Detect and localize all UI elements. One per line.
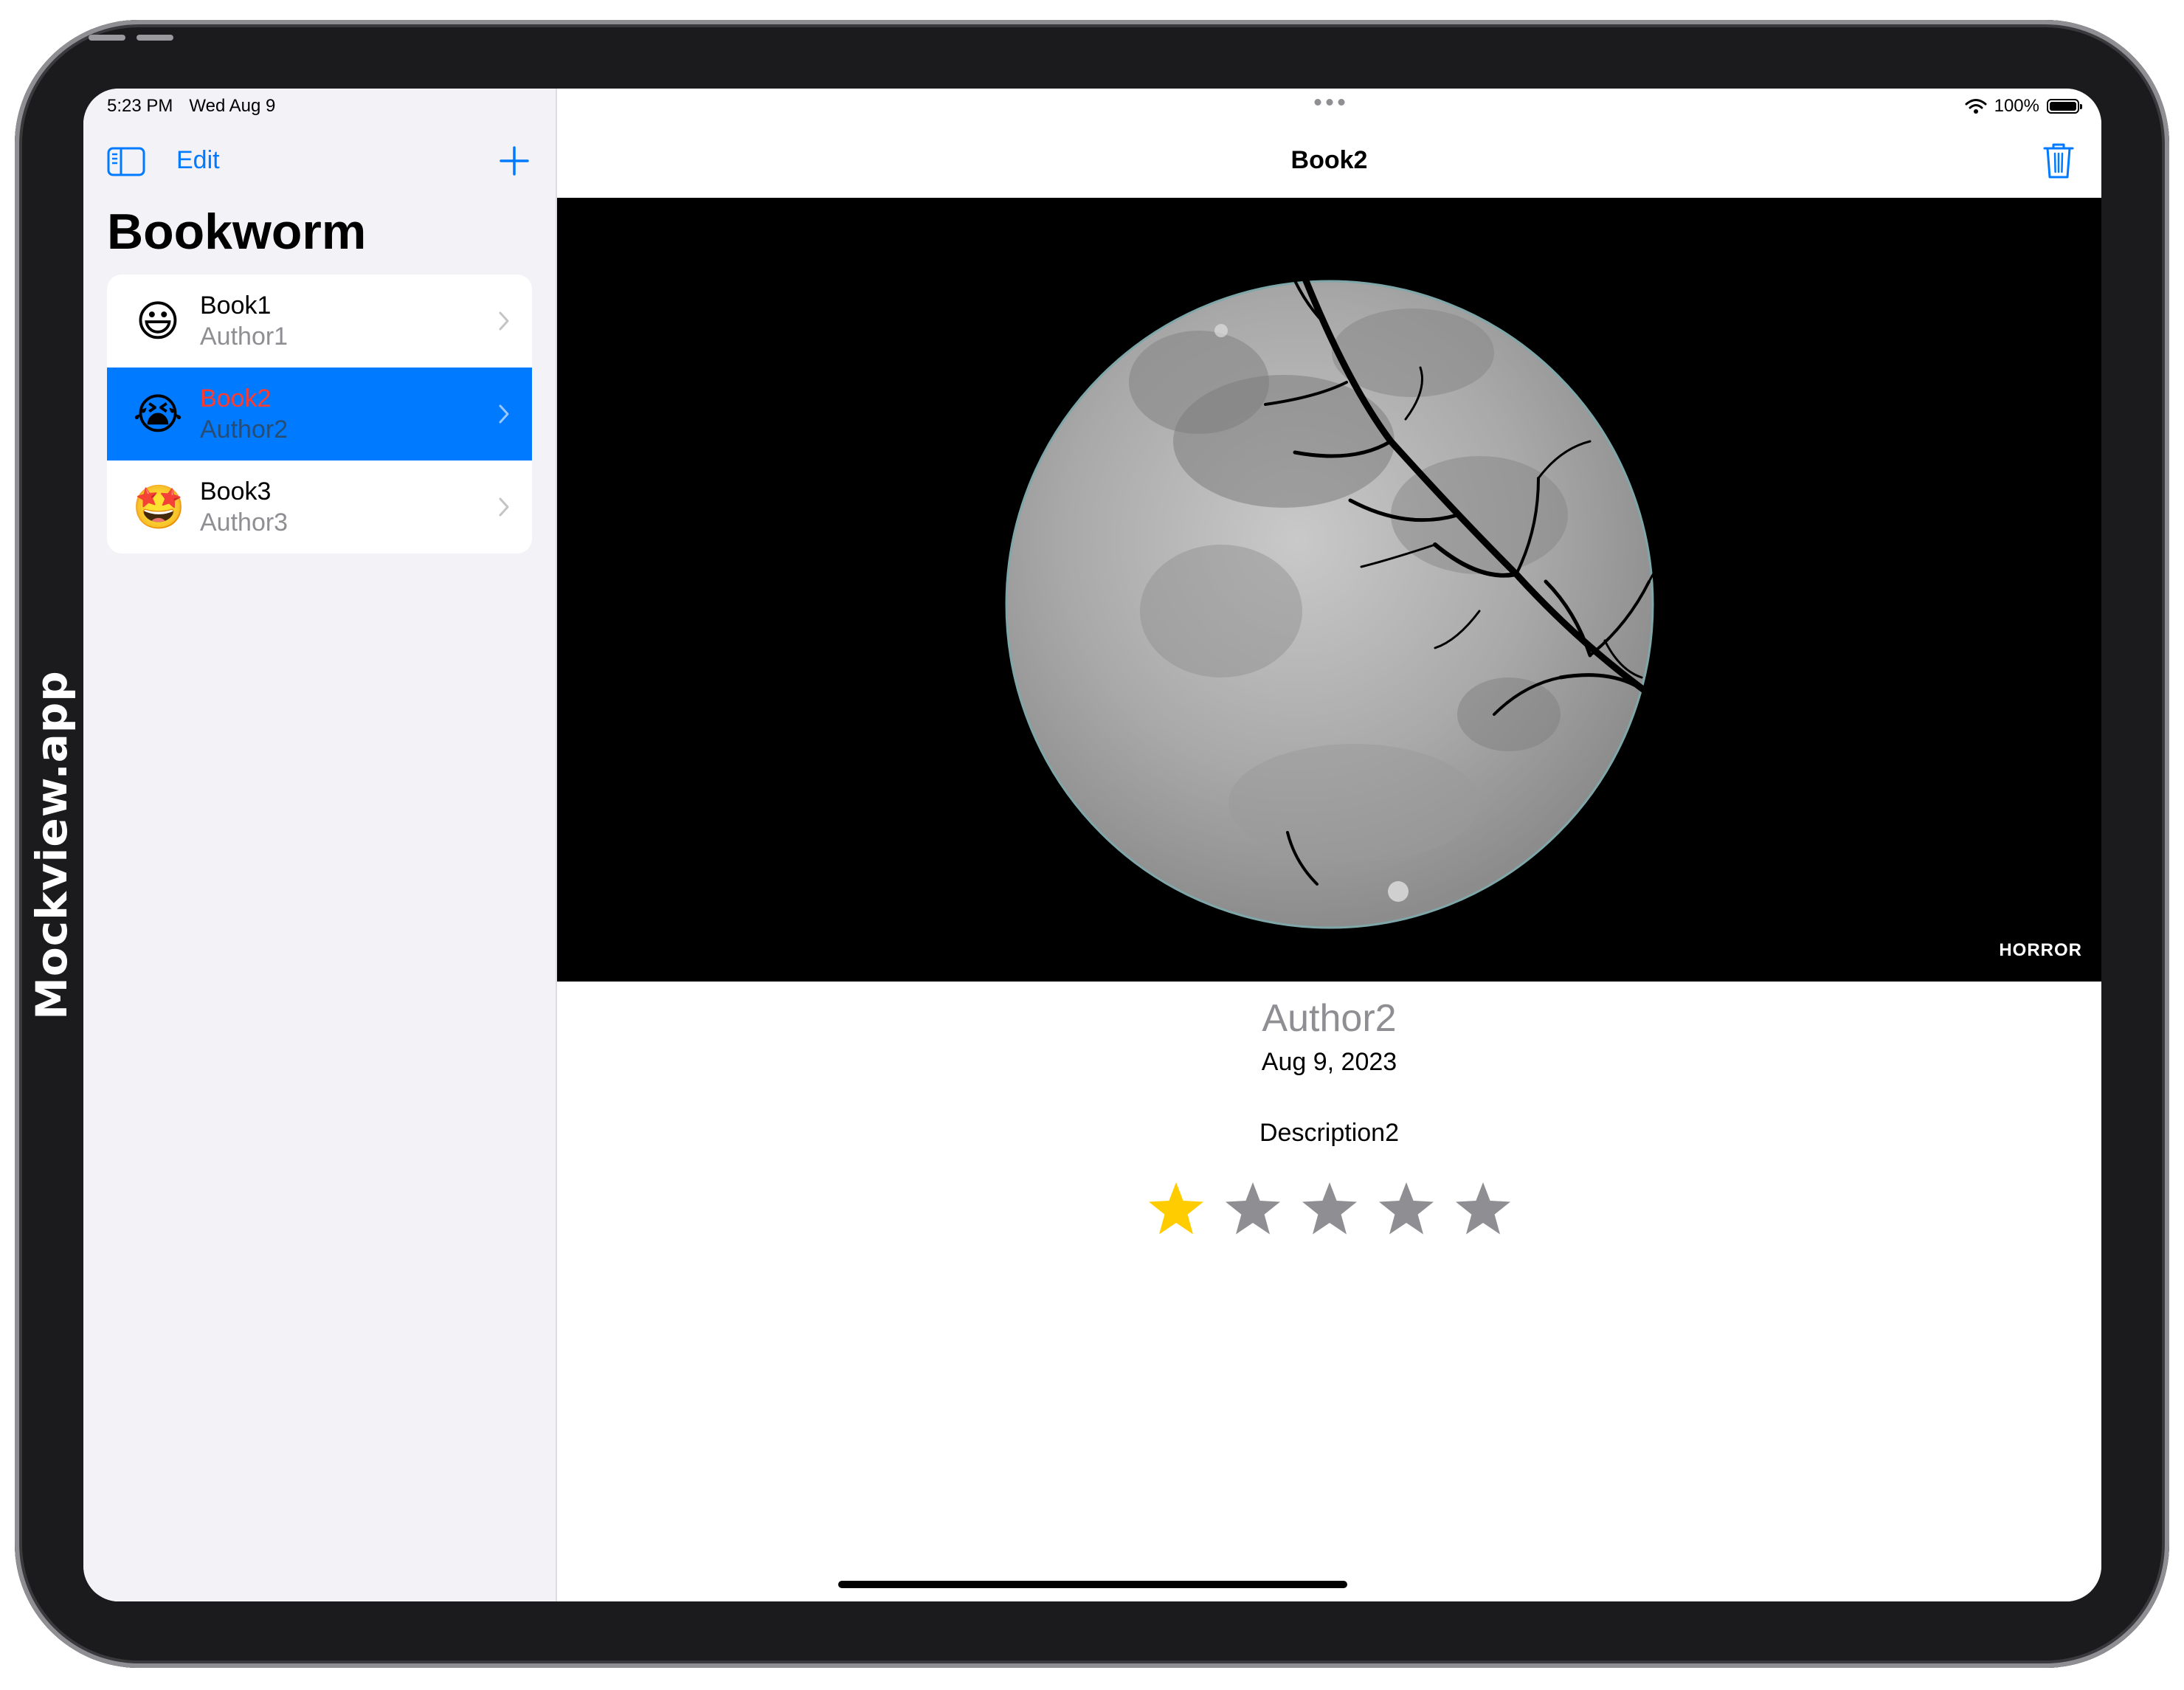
chevron-right-icon: [499, 497, 509, 517]
book-author: Author2: [200, 415, 288, 444]
battery-icon: [2047, 99, 2082, 114]
add-book-button[interactable]: [497, 143, 532, 179]
detail-description: Description2: [1259, 1119, 1399, 1147]
watermark: Mockview.app: [27, 670, 77, 1020]
wifi-icon: [1965, 99, 1987, 114]
detail-author: Author2: [1262, 997, 1397, 1040]
book-author: Author1: [200, 323, 288, 351]
book-cover-image: HORROR: [557, 198, 2101, 982]
book-author: Author3: [200, 508, 288, 537]
moon-image: [1005, 226, 1687, 929]
book-title: Book3: [200, 477, 272, 506]
book-title: Book2: [200, 384, 272, 413]
battery-percent: 100%: [1994, 96, 2039, 116]
detail-date: Aug 9, 2023: [1261, 1048, 1397, 1076]
status-date: Wed Aug 9: [189, 96, 276, 116]
book-list: 😃 Book1 Author1 😭 Book2 Author2 🤩 Book3 …: [107, 275, 532, 553]
detail-pane: 100% Book2 HORROR Author2 Aug 9, 2023 De…: [557, 89, 2101, 1601]
sidebar-toggle-icon[interactable]: [107, 146, 145, 177]
book-row-book1[interactable]: 😃 Book1 Author1: [107, 275, 532, 368]
star-icon[interactable]: [1224, 1181, 1282, 1237]
sidebar: 5:23 PM Wed Aug 9 Edit Bookworm 😃 Book1 …: [83, 89, 557, 1601]
book-row-book3[interactable]: 🤩 Book3 Author3: [107, 461, 532, 553]
book-emoji: 😭: [133, 389, 183, 439]
star-icon[interactable]: [1378, 1181, 1435, 1237]
trash-icon[interactable]: [2042, 142, 2075, 180]
book-row-book2[interactable]: 😭 Book2 Author2: [107, 368, 532, 461]
nav-title: Book2: [1290, 146, 1368, 174]
book-emoji: 🤩: [132, 482, 186, 532]
star-icon[interactable]: [1147, 1181, 1205, 1237]
rating-stars: [1147, 1181, 1512, 1237]
multitasking-dots-icon[interactable]: [1314, 99, 1344, 106]
book-emoji: 😃: [135, 296, 181, 346]
chevron-right-icon: [499, 404, 509, 424]
star-icon[interactable]: [1454, 1181, 1512, 1237]
sidebar-title: Bookworm: [107, 204, 367, 260]
edit-button[interactable]: Edit: [176, 146, 220, 175]
chevron-right-icon: [499, 311, 509, 331]
status-bar-right: 100%: [1965, 96, 2082, 117]
top-button: [89, 35, 125, 41]
status-bar-left: 5:23 PM Wed Aug 9: [107, 96, 275, 117]
genre-label: HORROR: [1999, 940, 2082, 960]
book-title: Book1: [200, 292, 272, 320]
screen: 5:23 PM Wed Aug 9 Edit Bookworm 😃 Book1 …: [83, 89, 2101, 1601]
star-icon[interactable]: [1301, 1181, 1358, 1237]
top-button: [136, 35, 173, 41]
status-time: 5:23 PM: [107, 96, 173, 116]
home-indicator[interactable]: [838, 1581, 1347, 1588]
